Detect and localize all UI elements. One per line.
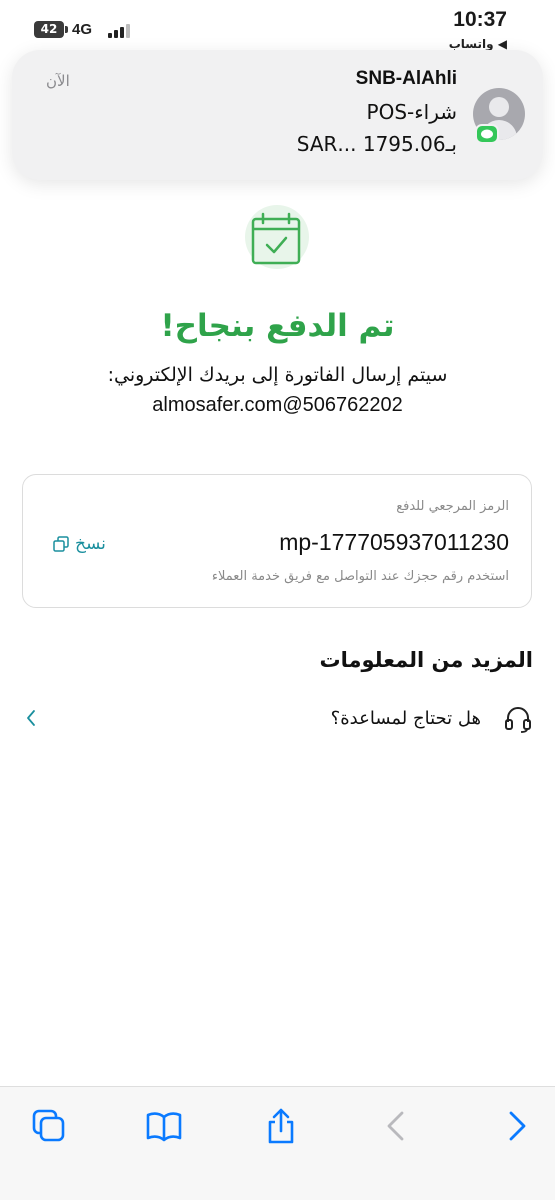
battery-icon: 42	[34, 21, 68, 38]
status-bar: 42 4G 10:37 ◀ واتساب	[0, 0, 555, 52]
calendar-check-icon	[245, 205, 309, 269]
more-info-title: المزيد من المعلومات	[319, 648, 533, 672]
notification-line-2: بـ1795.06 ...SAR	[296, 132, 457, 156]
browser-toolbar	[0, 1086, 555, 1200]
reference-code: mp-177705937011230	[279, 529, 509, 555]
reference-label: الرمز المرجعي للدفع	[396, 499, 509, 514]
invoice-email: almosafer.com@506762202	[152, 394, 403, 416]
back-to-app-link[interactable]: ◀ واتساب	[449, 37, 507, 51]
notification-sender: SNB-AlAhli	[355, 68, 457, 89]
payment-success-title: تم الدفع بنجاح!	[160, 308, 395, 344]
forward-icon[interactable]	[497, 1107, 535, 1145]
notification-banner[interactable]: الآن SNB-AlAhli شراء-POS بـ1795.06 ...SA…	[12, 50, 543, 180]
back-icon[interactable]	[378, 1107, 416, 1145]
copy-label: نسخ	[75, 534, 106, 554]
copy-icon	[53, 536, 69, 552]
headset-icon	[503, 704, 533, 734]
clock: 10:37	[453, 8, 507, 31]
messages-app-icon	[475, 124, 499, 144]
chevron-left-icon	[24, 708, 38, 728]
invoice-note: سيتم إرسال الفاتورة إلى بريدك الإلكتروني…	[107, 364, 448, 386]
copy-button[interactable]: نسخ	[53, 531, 106, 557]
tabs-icon[interactable]	[30, 1107, 68, 1145]
help-label: هل تحتاج لمساعدة؟	[330, 708, 481, 729]
network-type: 4G	[72, 21, 93, 38]
reference-hint: استخدم رقم حجزك عند التواصل مع فريق خدمة…	[211, 569, 509, 584]
signal-icon	[108, 24, 132, 38]
payment-reference-card: الرمز المرجعي للدفع mp-177705937011230 ا…	[22, 474, 532, 608]
notification-line-1: شراء-POS	[366, 100, 457, 124]
share-icon[interactable]	[262, 1107, 300, 1145]
bookmarks-icon[interactable]	[145, 1107, 183, 1145]
notification-time: الآن	[46, 72, 70, 90]
help-row[interactable]: هل تحتاج لمساعدة؟	[22, 700, 533, 740]
